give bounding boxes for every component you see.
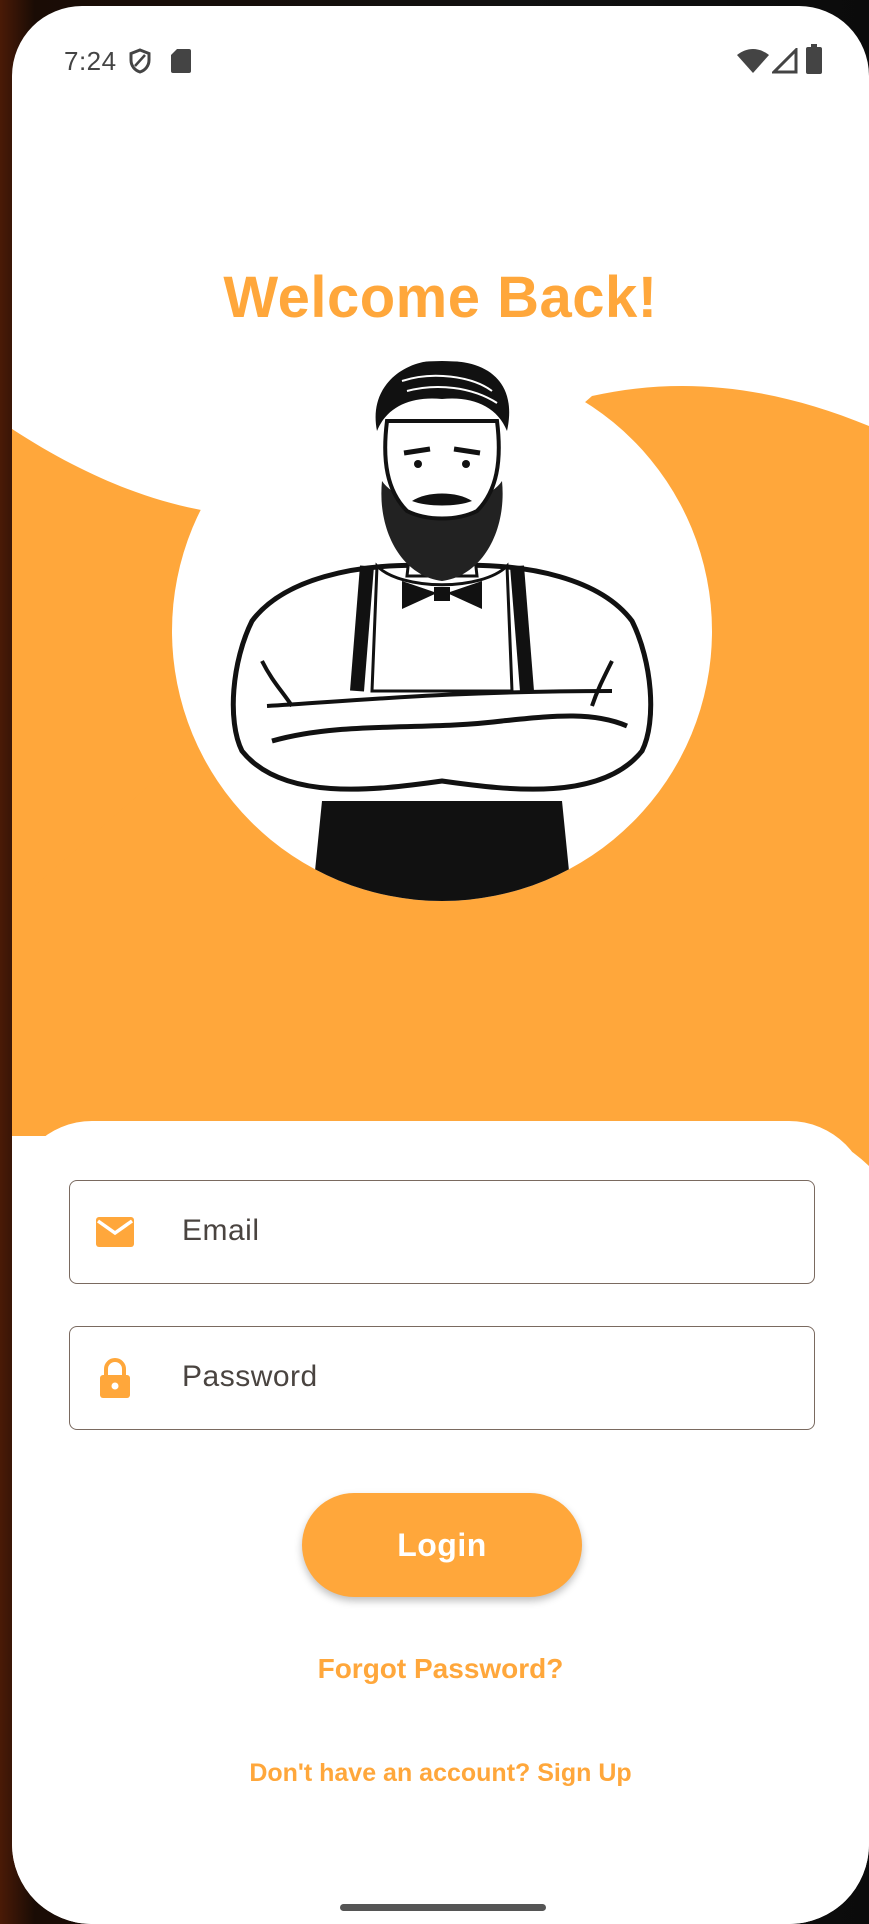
sign-up-link[interactable]: Don't have an account? Sign Up [12,1759,869,1788]
avatar-illustration [172,361,712,901]
welcome-title: Welcome Back! [223,265,658,330]
mail-icon [96,1217,134,1247]
status-bar: 7:24 [12,6,869,106]
shield-icon [129,48,151,74]
password-input[interactable] [182,1327,782,1427]
sd-card-icon [171,49,191,73]
password-field[interactable] [69,1326,815,1430]
cell-signal-icon [772,48,798,74]
app-screen: 7:24 Welcome Back! Email Login Forgot Pa… [12,6,869,1924]
status-time: 7:24 [64,46,117,76]
login-button[interactable]: Login [302,1493,582,1597]
email-field[interactable] [69,1180,815,1284]
home-indicator[interactable] [340,1904,546,1911]
battery-icon [806,44,822,74]
email-input[interactable] [182,1181,782,1281]
forgot-password-link[interactable]: Forgot Password? [12,1653,869,1685]
wifi-icon [737,49,769,73]
bearded-man-illustration [230,361,654,901]
lock-icon [100,1358,130,1398]
